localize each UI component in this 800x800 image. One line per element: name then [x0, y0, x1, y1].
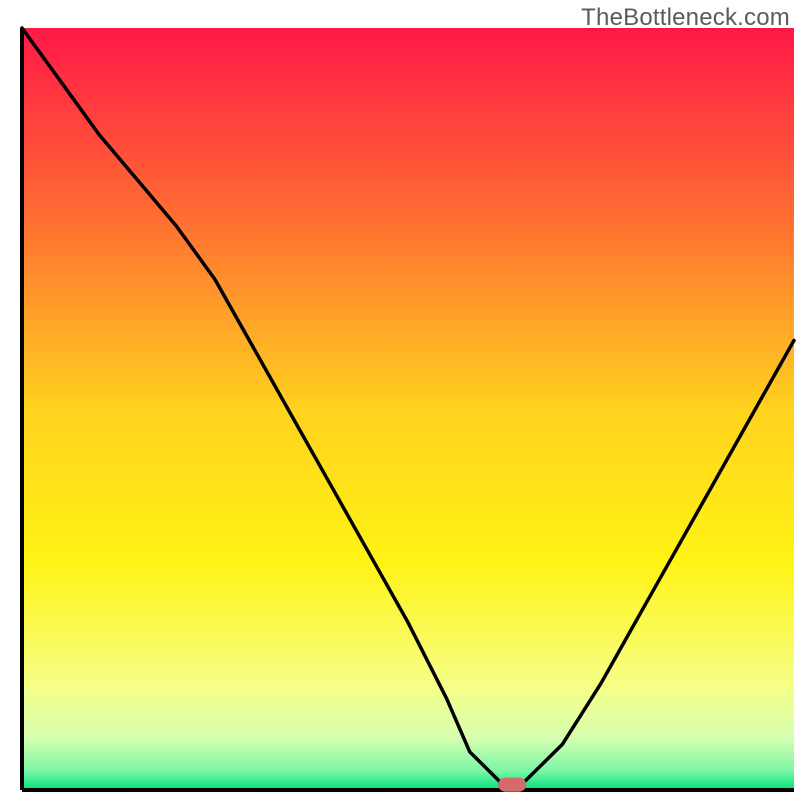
gradient-background [22, 28, 794, 790]
watermark-text: TheBottleneck.com [581, 4, 790, 32]
minimum-marker [498, 778, 526, 792]
chart-container: TheBottleneck.com [0, 0, 800, 800]
bottleneck-chart [0, 0, 800, 800]
